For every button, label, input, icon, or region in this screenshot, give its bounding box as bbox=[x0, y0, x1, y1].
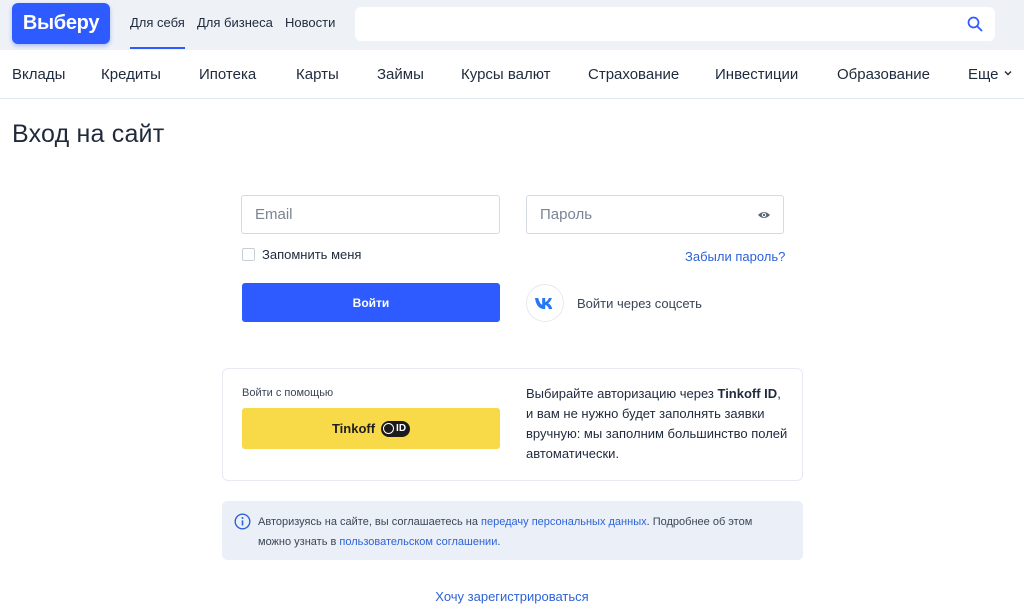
tinkoff-desc-brand: Tinkoff ID bbox=[717, 386, 778, 401]
nav-item-loans[interactable]: Займы bbox=[377, 66, 424, 83]
tab-news[interactable]: Новости bbox=[285, 15, 335, 30]
tinkoff-id-button[interactable]: Tinkoff ID bbox=[242, 408, 500, 449]
nav-item-mortgage[interactable]: Ипотека bbox=[199, 66, 256, 83]
fingerprint-icon bbox=[383, 423, 395, 434]
nav-item-credits[interactable]: Кредиты bbox=[101, 66, 161, 83]
site-logo[interactable]: Выберу bbox=[12, 3, 110, 44]
remember-checkbox[interactable] bbox=[242, 248, 255, 261]
nav-item-insurance[interactable]: Страхование bbox=[588, 66, 679, 83]
id-badge-label: ID bbox=[396, 423, 407, 434]
consent-text: Авторизуясь на сайте, вы соглашаетесь на… bbox=[258, 512, 788, 552]
info-icon bbox=[234, 513, 251, 530]
user-agreement-link[interactable]: пользовательском соглашении bbox=[339, 536, 497, 548]
register-link[interactable]: Хочу зарегистрироваться bbox=[435, 589, 588, 604]
email-field[interactable] bbox=[242, 196, 499, 233]
nav-item-education[interactable]: Образование bbox=[837, 66, 930, 83]
tinkoff-id-badge: ID bbox=[381, 420, 411, 437]
eye-icon[interactable] bbox=[757, 209, 771, 221]
chevron-down-icon bbox=[1004, 71, 1012, 76]
password-field-wrapper bbox=[526, 195, 784, 234]
search-input[interactable] bbox=[355, 7, 955, 41]
search-icon[interactable] bbox=[967, 16, 983, 32]
personal-data-link[interactable]: передачу персональных данных bbox=[481, 516, 647, 528]
vk-login-button[interactable] bbox=[526, 284, 564, 322]
search-box bbox=[355, 7, 995, 41]
nav-item-investments[interactable]: Инвестиции bbox=[715, 66, 798, 83]
tab-personal[interactable]: Для себя bbox=[130, 15, 185, 49]
nav-item-cards[interactable]: Карты bbox=[296, 66, 339, 83]
nav-item-deposits[interactable]: Вклады bbox=[12, 66, 65, 83]
page-title: Вход на сайт bbox=[12, 120, 165, 148]
register-wrapper: Хочу зарегистрироваться bbox=[0, 589, 1024, 604]
nav-item-currency[interactable]: Курсы валют bbox=[461, 66, 551, 83]
forgot-password-link[interactable]: Забыли пароль? bbox=[685, 249, 785, 264]
tab-business[interactable]: Для бизнеса bbox=[197, 15, 273, 30]
email-field-wrapper bbox=[241, 195, 500, 234]
vk-icon bbox=[535, 297, 553, 309]
top-header: Выберу Для себя Для бизнеса Новости bbox=[0, 0, 1024, 50]
nav-item-more[interactable]: Еще bbox=[968, 66, 999, 83]
login-button[interactable]: Войти bbox=[242, 283, 500, 322]
social-login-label[interactable]: Войти через соцсеть bbox=[577, 296, 702, 311]
password-field[interactable] bbox=[527, 196, 783, 233]
category-nav: Вклады Кредиты Ипотека Карты Займы Курсы… bbox=[0, 50, 1024, 99]
consent-text-part: Авторизуясь на сайте, вы соглашаетесь на bbox=[258, 516, 482, 528]
tinkoff-label: Войти с помощью bbox=[242, 387, 334, 399]
tinkoff-desc-start: Выбирайте авторизацию через bbox=[526, 386, 718, 401]
consent-text-part: . bbox=[497, 536, 501, 548]
remember-label[interactable]: Запомнить меня bbox=[262, 247, 361, 262]
tinkoff-button-label: Tinkoff bbox=[331, 421, 376, 436]
tinkoff-description: Выбирайте авторизацию через Tinkoff ID, … bbox=[526, 384, 791, 464]
